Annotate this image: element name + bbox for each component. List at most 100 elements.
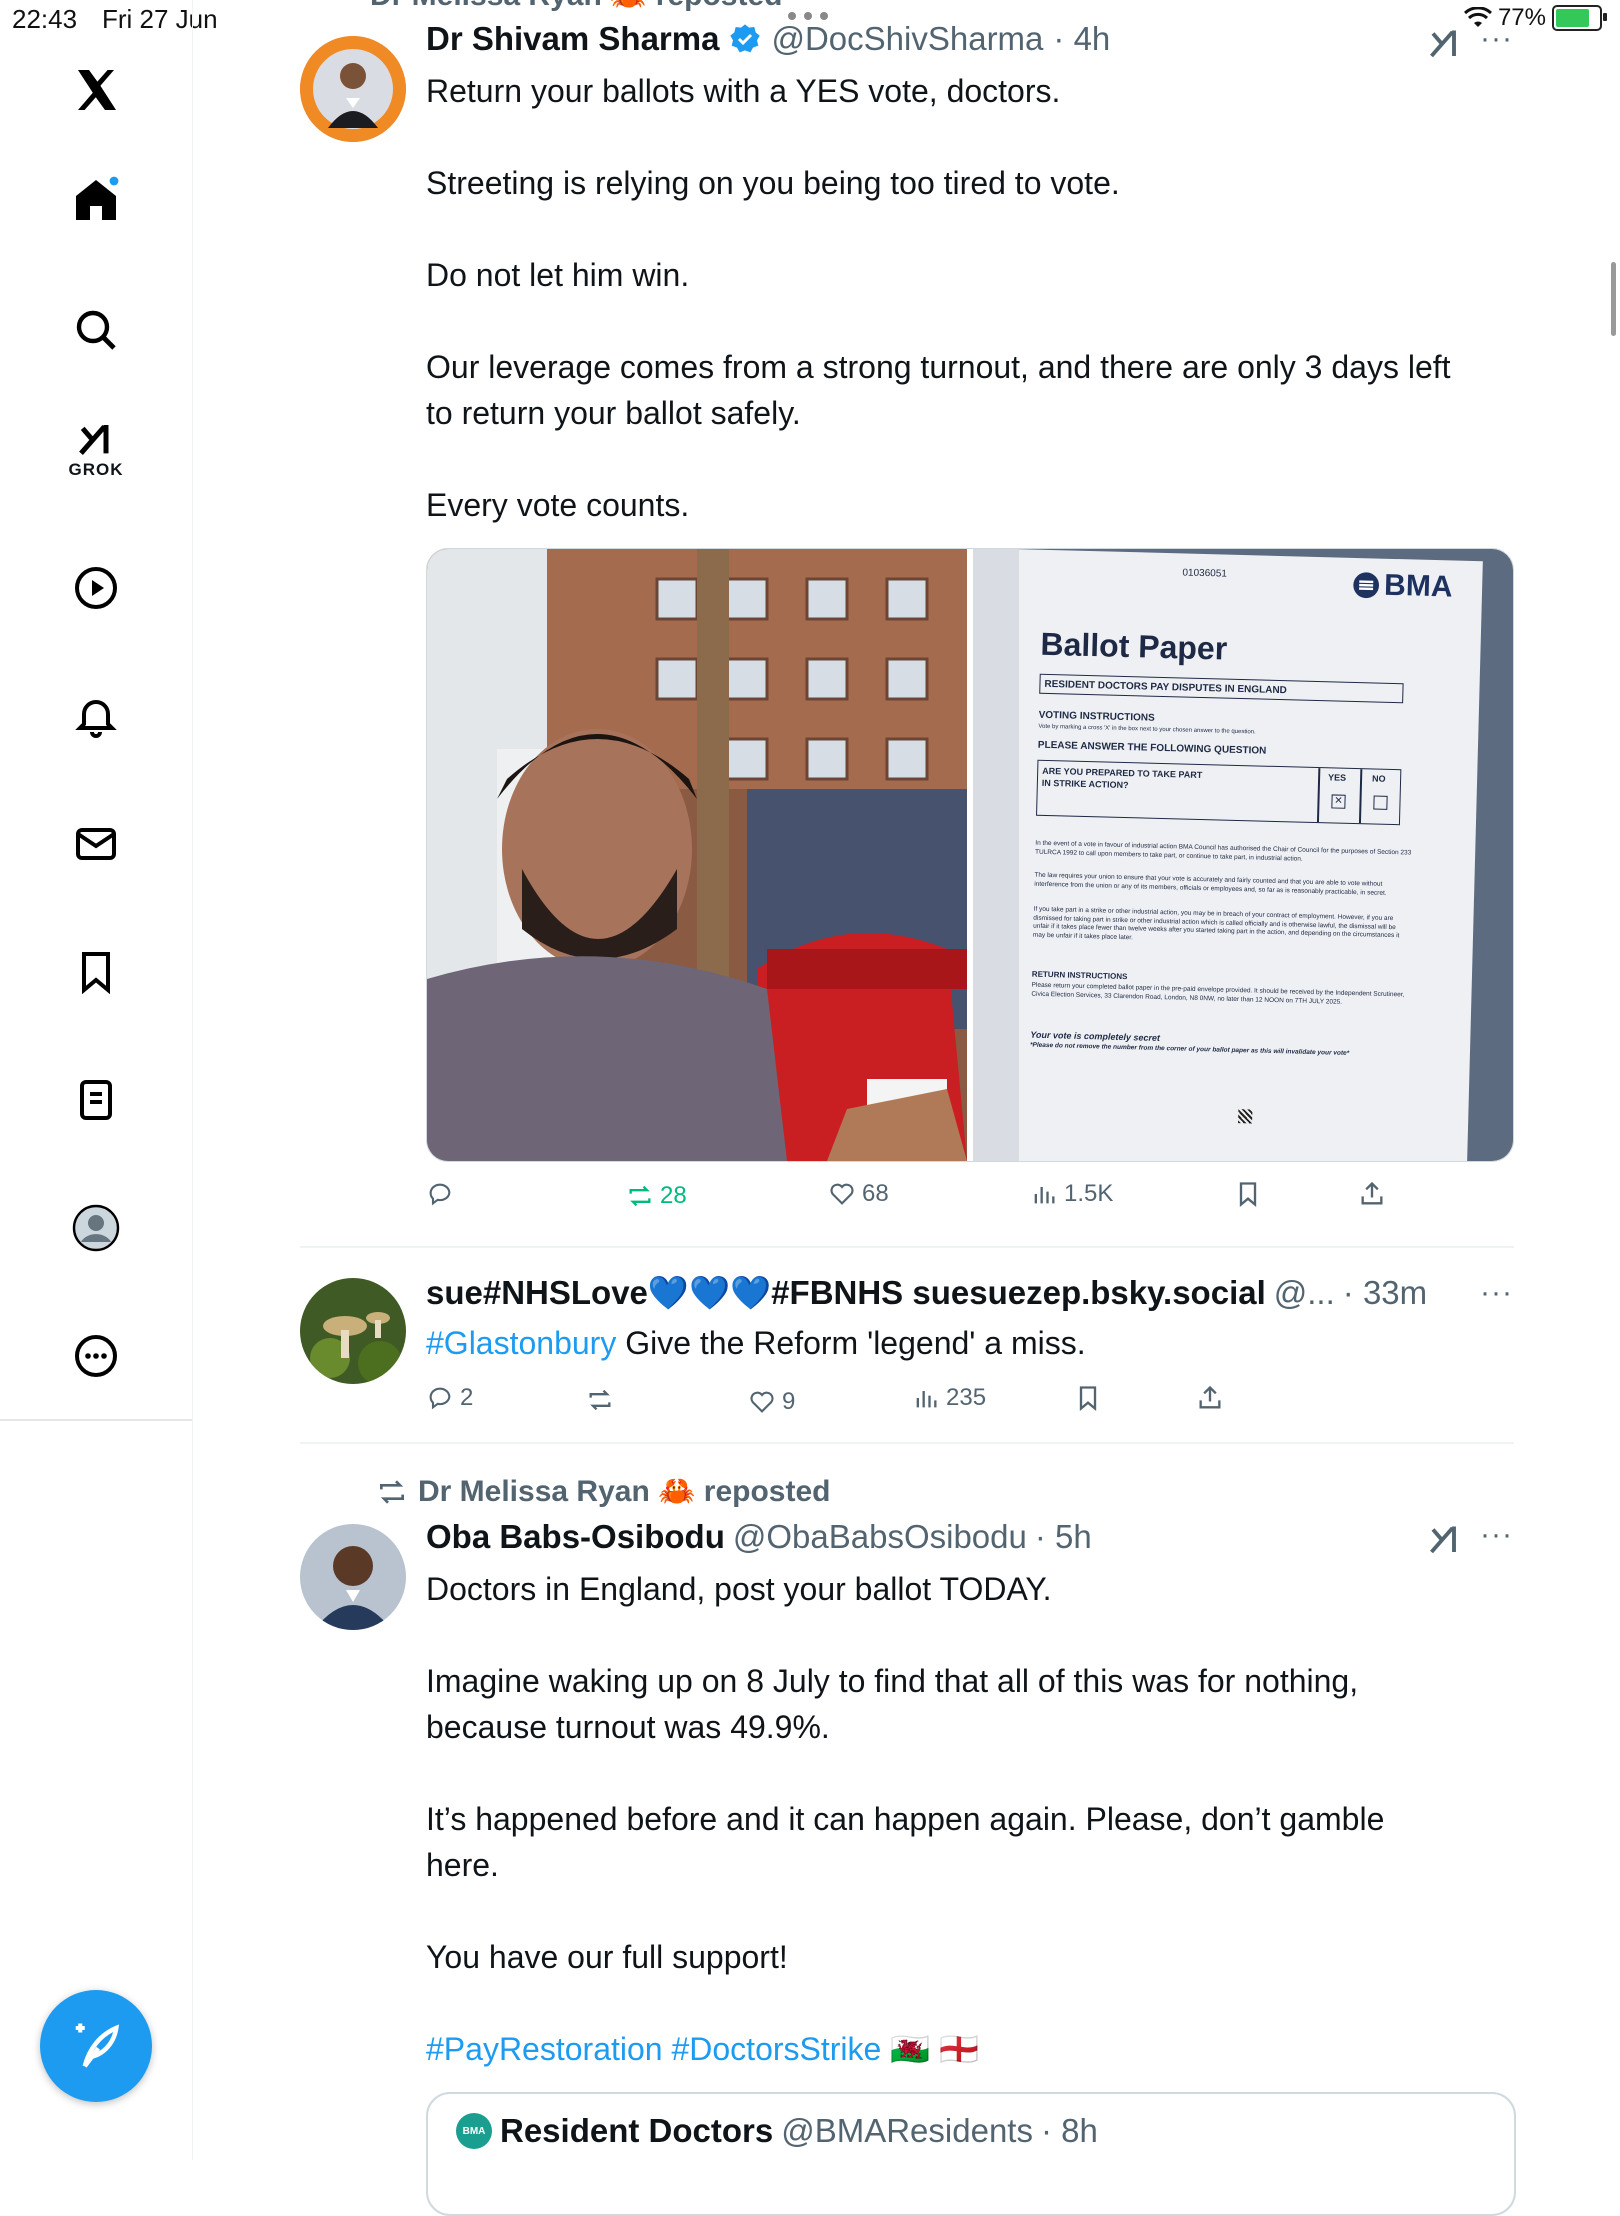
avatar-doc-shiv-sharma[interactable] (300, 36, 406, 142)
tweet-time[interactable]: · 5h (1035, 1518, 1092, 1556)
sidebar-item-bookmarks[interactable] (56, 932, 136, 1012)
quoted-author-handle[interactable]: @BMAResidents (781, 2112, 1033, 2150)
author-handle[interactable]: @DocShivSharma (771, 20, 1043, 58)
hashtag-link[interactable]: #Glastonbury (426, 1325, 616, 1361)
author-name[interactable]: sue#NHSLove💙💙💙#FBNHS suesuezep.bsky.soci… (426, 1274, 1266, 1313)
reply-button[interactable] (426, 1180, 460, 1208)
ballot-title: Ballot Paper (1040, 625, 1228, 667)
tweet-time[interactable]: · 33m (1343, 1274, 1427, 1312)
share-button[interactable] (1196, 1384, 1224, 1412)
sidebar-item-search[interactable] (56, 290, 136, 370)
quoted-tweet-card[interactable]: BMA Resident Doctors @BMAResidents · 8h (426, 2092, 1516, 2216)
lists-icon (80, 1080, 112, 1120)
ballot-yes-box: ✕ (1331, 794, 1346, 809)
sidebar-item-profile[interactable] (56, 1188, 136, 1268)
share-icon (1361, 1181, 1383, 1205)
search-icon (76, 310, 116, 350)
share-button[interactable] (1358, 1180, 1386, 1208)
repost-button[interactable]: 28 (626, 1182, 687, 1210)
reply-button[interactable]: 2 (426, 1384, 473, 1412)
tweet-time[interactable]: · 4h (1053, 20, 1110, 58)
ballot-return-text: Please return your completed ballot pape… (1031, 981, 1405, 1006)
tweet-line: Doctors in England, post your ballot TOD… (426, 1571, 1052, 1607)
ballot-question: ARE YOU PREPARED TO TAKE PART IN STRIKE … (1041, 765, 1203, 791)
view-count: 1.5K (1064, 1180, 1114, 1207)
ballot-para-2: The law requires your union to ensure th… (1034, 871, 1387, 897)
grok-label: GROK (68, 460, 124, 479)
heart-icon (830, 1183, 854, 1205)
grok-explain-icon[interactable] (1426, 1522, 1464, 1563)
author-handle[interactable]: @ObaBabsOsibodu (733, 1518, 1027, 1556)
like-button[interactable]: 68 (828, 1180, 889, 1208)
author-name[interactable]: Dr Shivam Sharma (426, 20, 719, 58)
ballot-divider (1358, 769, 1362, 824)
reply-count: 2 (460, 1384, 474, 1411)
tweet-text: #Glastonbury Give the Reform 'legend' a … (426, 1320, 1086, 1366)
ballot-voting-hint: Vote by marking a cross 'X' in the box n… (1038, 723, 1256, 736)
grok-explain-icon[interactable] (1426, 26, 1464, 67)
ballot-please-answer: PLEASE ANSWER THE FOLLOWING QUESTION (1037, 739, 1267, 757)
tweet-more-button[interactable]: ··· (1480, 22, 1513, 56)
ballot-warning: *Please do not remove the number from th… (1029, 1041, 1350, 1057)
sidebar-item-grok[interactable]: GROK (56, 410, 136, 490)
media-photo-ballot[interactable]: 01036051 BMA Ballot Paper RESIDENT DOCTO… (973, 549, 1513, 1161)
compose-button[interactable] (40, 1990, 152, 2102)
quoted-tweet-header: BMA Resident Doctors @BMAResidents · 8h (456, 2112, 1098, 2150)
tweet-line: because turnout was 49.9%. (426, 1709, 830, 1745)
x-logo-icon[interactable] (56, 50, 136, 130)
views-icon (916, 1391, 937, 1408)
ballot-para-1: In the event of a vote in favour of indu… (1034, 839, 1412, 863)
ballot-question-box: ARE YOU PREPARED TO TAKE PART IN STRIKE … (1036, 759, 1402, 826)
sidebar-item-notifications[interactable] (56, 676, 136, 756)
sidebar-item-messages[interactable] (56, 804, 136, 884)
tweet-media[interactable]: 01036051 BMA Ballot Paper RESIDENT DOCTO… (426, 548, 1514, 1162)
bookmark-button[interactable] (1234, 1180, 1262, 1208)
quoted-avatar[interactable]: BMA (456, 2113, 492, 2149)
battery-icon (1552, 5, 1607, 31)
compose-feather-icon (75, 2023, 120, 2068)
tweet-line: Imagine waking up on 8 July to find that… (426, 1663, 1359, 1699)
more-icon (75, 1335, 117, 1377)
media-photo-selfie[interactable] (427, 549, 967, 1161)
views-button[interactable]: 235 (912, 1384, 986, 1412)
like-button[interactable]: 9 (748, 1388, 795, 1416)
repost-indicator: Dr Melissa Ryan 🦀 reposted (376, 1474, 831, 1509)
bookmark-button[interactable] (1074, 1384, 1102, 1412)
sidebar-item-video[interactable] (56, 548, 136, 628)
author-handle[interactable]: @... (1274, 1274, 1335, 1312)
profile-icon (72, 1204, 120, 1252)
tweet-more-button[interactable]: ··· (1480, 1276, 1513, 1310)
view-count: 235 (946, 1384, 987, 1411)
author-name[interactable]: Oba Babs-Osibodu (426, 1518, 725, 1556)
avatar-sue[interactable] (300, 1278, 406, 1384)
sidebar-item-more[interactable] (56, 1316, 136, 1396)
bma-logo-text: BMA (1383, 568, 1453, 604)
ballot-serial: 01036051 (1182, 567, 1228, 580)
tweet-line: Do not let him win. (426, 257, 690, 293)
multitask-dots-icon[interactable] (786, 8, 830, 20)
ballot-return-title: RETURN INSTRUCTIONS (1031, 969, 1128, 982)
repost-indicator-text[interactable]: Dr Melissa Ryan 🦀 reposted (418, 1474, 831, 1509)
verified-badge-icon (730, 24, 761, 53)
ballot-voting-instructions: VOTING INSTRUCTIONS (1038, 709, 1155, 724)
tweet-line: You have our full support! (426, 1939, 788, 1975)
ballot-qr-code-icon (1238, 1109, 1253, 1124)
reply-icon (429, 1183, 451, 1206)
repost-button[interactable] (586, 1386, 620, 1414)
quoted-tweet-time: · 8h (1040, 2112, 1098, 2149)
sidebar-item-home[interactable] (56, 160, 136, 240)
tweet-separator (300, 1246, 1514, 1248)
quoted-author-name[interactable]: Resident Doctors (500, 2112, 773, 2150)
repost-indicator-top: Dr Melissa Ryan 🦀 reposted (370, 0, 783, 13)
hashtag-links[interactable]: #PayRestoration #DoctorsStrike (426, 2031, 881, 2067)
scrollbar-thumb[interactable] (1611, 262, 1616, 336)
tweet-line: Return your ballots with a YES vote, doc… (426, 73, 1061, 109)
ballot-no-box (1373, 795, 1388, 810)
avatar-oba-babs-osibodu[interactable] (300, 1524, 406, 1630)
tweet-more-button[interactable]: ··· (1480, 1518, 1513, 1552)
tweet-separator (300, 1442, 1514, 1444)
repost-icon (589, 1389, 611, 1411)
views-button[interactable]: 1.5K (1030, 1180, 1113, 1208)
reply-icon (429, 1387, 451, 1410)
sidebar-item-lists[interactable] (56, 1060, 136, 1140)
